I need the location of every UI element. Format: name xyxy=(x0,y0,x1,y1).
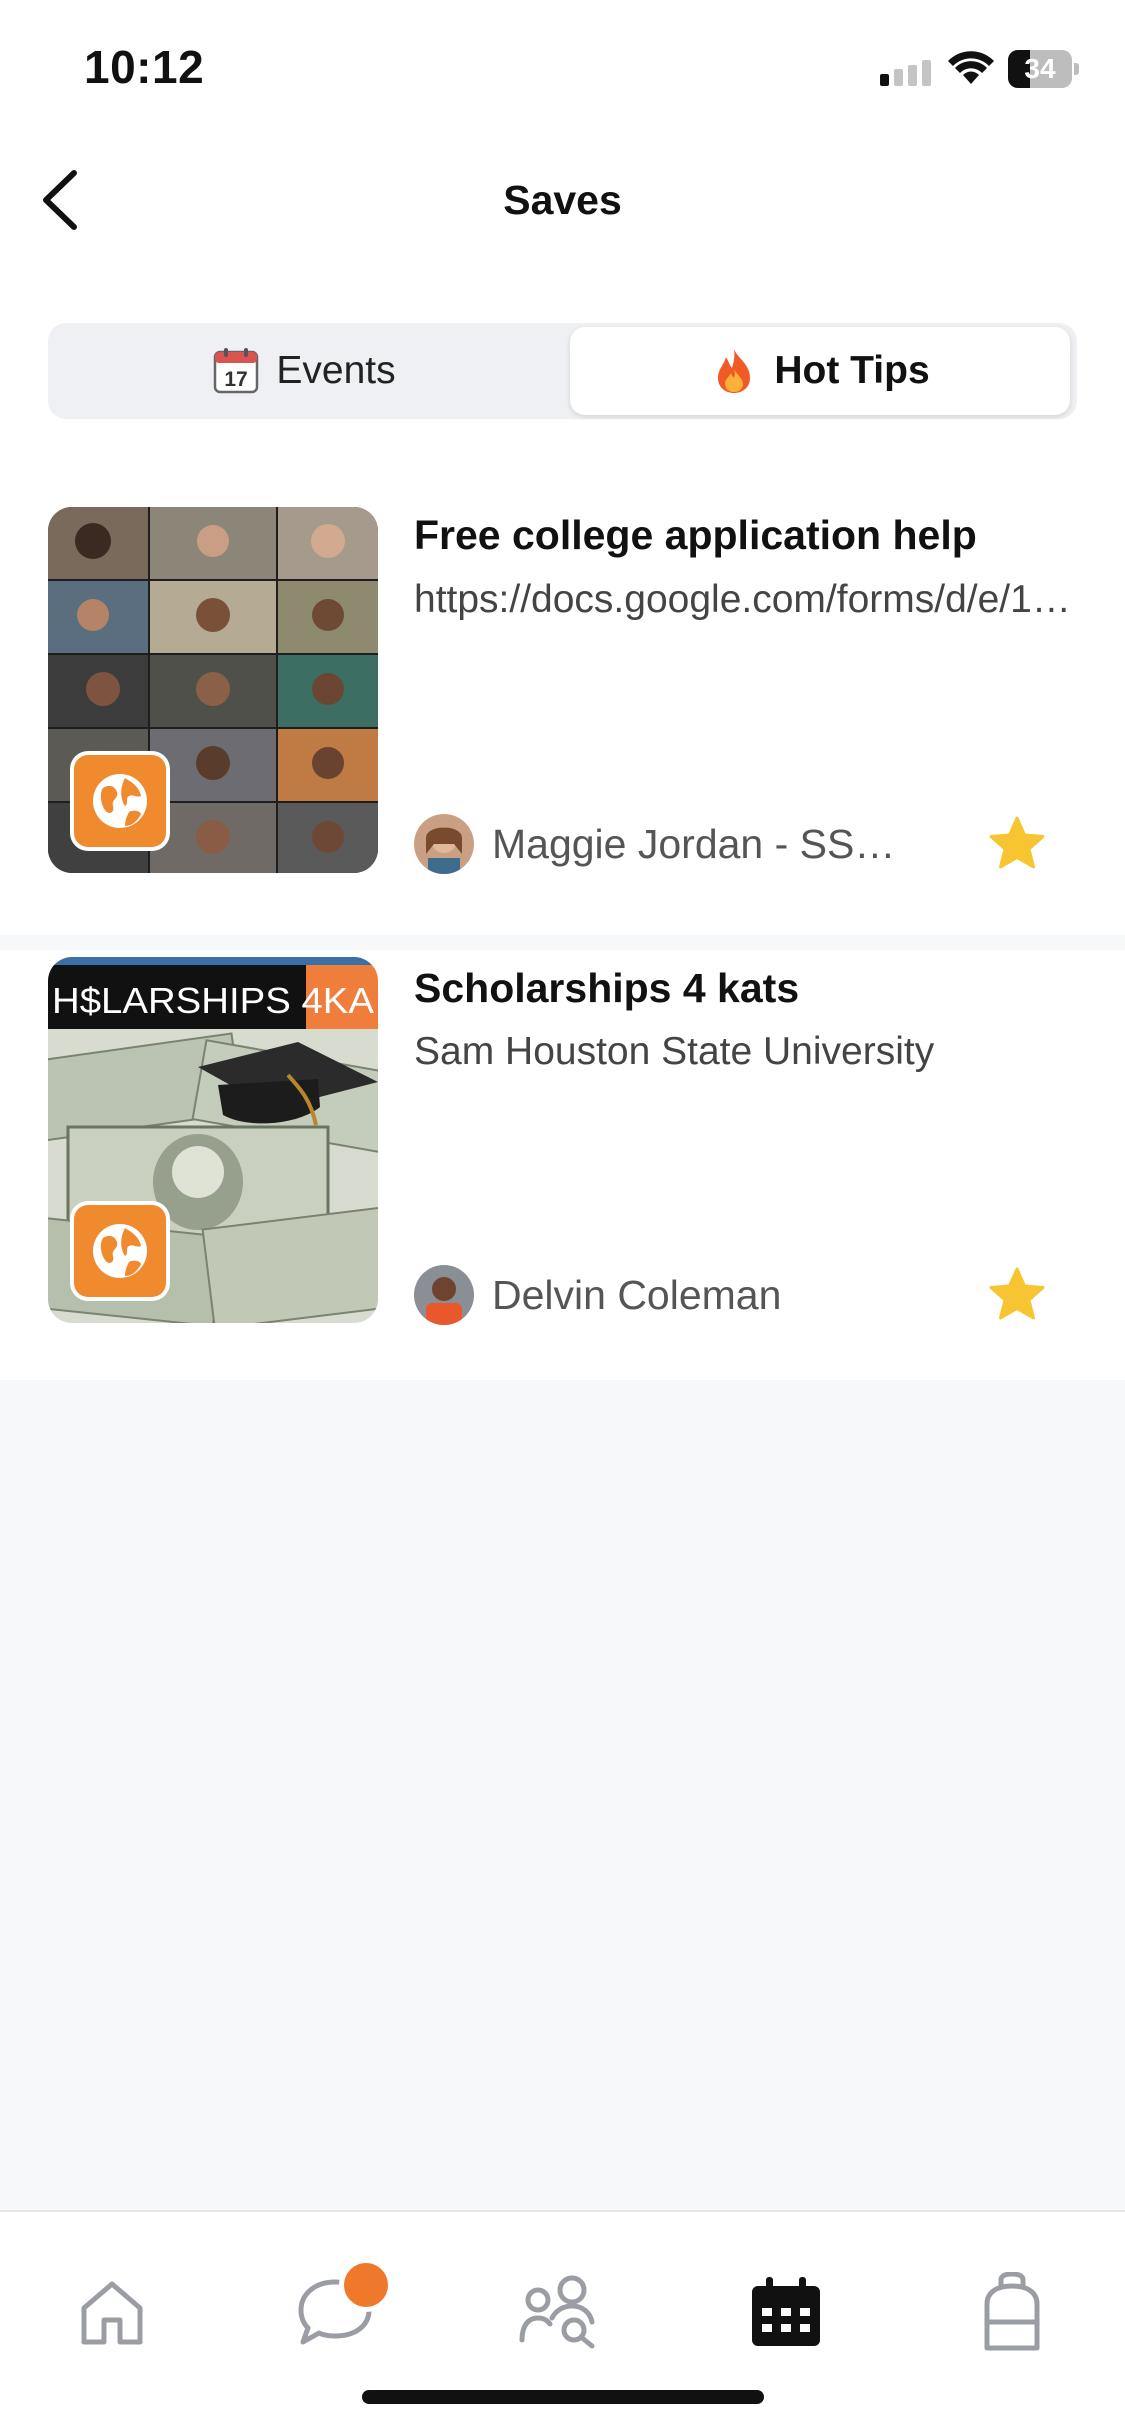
tab-backpack[interactable] xyxy=(962,2262,1062,2362)
chevron-left-icon xyxy=(43,170,77,230)
tab-hot-tips-label: Hot Tips xyxy=(774,349,930,392)
tip-author[interactable]: Delvin Coleman xyxy=(414,1264,781,1326)
tab-events[interactable]: 17 Events xyxy=(54,327,554,415)
battery-percent: 34 xyxy=(1024,53,1056,84)
tip-title: Free college application help xyxy=(414,512,977,558)
battery-icon: 34 xyxy=(1008,50,1079,88)
star-saved-icon[interactable] xyxy=(988,1266,1046,1324)
people-search-icon xyxy=(519,2275,595,2349)
status-bar: 10:12 34 xyxy=(0,0,1125,135)
tip-link[interactable]: https://docs.google.com/forms/d/e/1FAIpQ… xyxy=(414,578,1074,622)
calendar-icon: 17 xyxy=(214,348,259,394)
page-title: Saves xyxy=(503,177,622,223)
saved-tip-card[interactable]: H$LARSHIPS 4KA Scholarships 4 kats Sam H… xyxy=(0,950,1125,1380)
star-saved-icon[interactable] xyxy=(988,815,1046,873)
thumb-banner-text: H$LARSHIPS 4KA xyxy=(52,980,374,1021)
tip-subtitle: Sam Houston State University xyxy=(414,1030,935,1073)
tab-chats[interactable] xyxy=(285,2258,393,2362)
home-icon xyxy=(81,2281,143,2345)
tab-home[interactable] xyxy=(62,2262,162,2362)
notification-badge xyxy=(339,2258,393,2312)
tab-calendar[interactable] xyxy=(736,2262,836,2362)
saved-tip-card[interactable]: Free college application help https://do… xyxy=(0,470,1125,935)
home-indicator xyxy=(362,2390,764,2404)
globe-icon xyxy=(93,1224,147,1278)
status-time: 10:12 xyxy=(84,41,205,93)
avatar xyxy=(414,1265,474,1325)
tab-people[interactable] xyxy=(510,2262,610,2362)
svg-text:17: 17 xyxy=(225,368,248,391)
backpack-icon xyxy=(984,2272,1040,2351)
tip-title: Scholarships 4 kats xyxy=(414,965,800,1011)
fire-icon xyxy=(718,349,751,393)
tip-thumbnail xyxy=(48,507,378,873)
globe-badge xyxy=(70,1201,170,1301)
author-name: Delvin Coleman xyxy=(492,1271,782,1318)
tip-author[interactable]: Maggie Jordan - SSU Admissions xyxy=(414,813,912,875)
tip-thumbnail: H$LARSHIPS 4KA xyxy=(48,957,378,1323)
tab-events-label: Events xyxy=(276,349,396,392)
avatar xyxy=(414,814,474,874)
globe-icon xyxy=(93,774,147,828)
calendar-icon xyxy=(752,2277,820,2346)
wifi-icon xyxy=(948,51,994,84)
cellular-signal-icon xyxy=(880,60,931,86)
tab-hot-tips[interactable]: Hot Tips xyxy=(570,327,1070,415)
back-button[interactable] xyxy=(20,160,100,240)
nav-header: Saves xyxy=(0,150,1125,250)
globe-badge xyxy=(70,751,170,851)
saves-segmented-control: 17 Events Hot Tips xyxy=(48,323,1077,419)
author-name: Maggie Jordan - SSU Admissions xyxy=(492,820,912,867)
